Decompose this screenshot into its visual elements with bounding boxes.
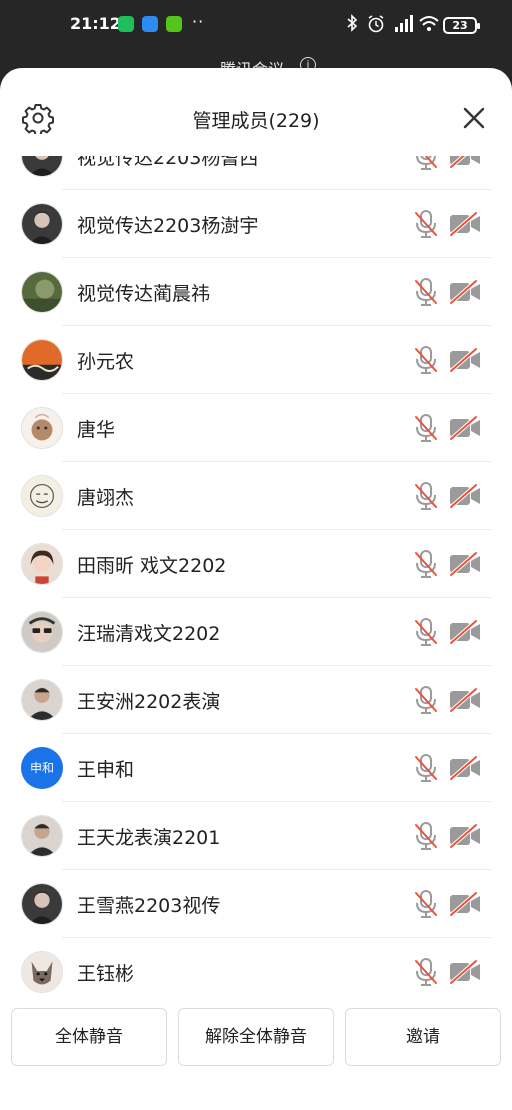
member-name: 唐华 — [77, 419, 116, 441]
member-name: 汪瑞清戏文2202 — [77, 623, 221, 645]
member-row[interactable]: 田雨昕 戏文2202 — [0, 530, 512, 598]
mic-muted-icon[interactable] — [412, 277, 440, 307]
status-bar: 21:12 ·· 23 — [0, 0, 512, 50]
mic-muted-icon[interactable] — [412, 821, 440, 851]
mute-all-button[interactable]: 全体静音 — [11, 1008, 167, 1066]
mic-muted-icon[interactable] — [412, 481, 440, 511]
wechat-icon — [118, 16, 134, 32]
member-row[interactable]: 汪瑞清戏文2202 — [0, 598, 512, 666]
close-icon[interactable] — [460, 104, 488, 132]
signal-icon — [395, 15, 413, 32]
member-name: 唐翊杰 — [77, 487, 135, 509]
member-rows: 视觉传达2203杨耆西视觉传达2203杨澍宇 视觉传达蔺晨祎 孙元农唐华唐翊杰田雨昕… — [0, 156, 512, 998]
member-list[interactable]: 视觉传达2203杨耆西视觉传达2203杨澍宇 视觉传达蔺晨祎 孙元农唐华唐翊杰田雨昕… — [0, 156, 512, 998]
camera-off-icon[interactable] — [448, 619, 482, 645]
footer-actions: 全体静音 解除全体静音 邀请 — [0, 998, 512, 1110]
mic-muted-icon[interactable] — [412, 549, 440, 579]
avatar — [21, 271, 63, 313]
mic-muted-icon[interactable] — [412, 889, 440, 919]
mic-muted-icon[interactable] — [412, 345, 440, 375]
notification-app-icon-2 — [166, 16, 182, 32]
camera-off-icon[interactable] — [448, 279, 482, 305]
camera-off-icon[interactable] — [448, 823, 482, 849]
member-name: 视觉传达2203杨澍宇 — [77, 215, 259, 237]
camera-off-icon[interactable] — [448, 415, 482, 441]
member-row[interactable]: 王钰彬 — [0, 938, 512, 998]
member-name: 王钰彬 — [77, 963, 135, 985]
member-row[interactable]: 唐华 — [0, 394, 512, 462]
member-name: 田雨昕 戏文2202 — [77, 555, 227, 577]
member-name: 视觉传达2203杨耆西 — [77, 156, 259, 169]
member-name: 王安洲2202表演 — [77, 691, 221, 713]
avatar — [21, 407, 63, 449]
member-name: 孙元农 — [77, 351, 135, 373]
avatar — [21, 611, 63, 653]
sheet-header: 管理成员(229) — [0, 68, 512, 156]
mic-muted-icon[interactable] — [412, 957, 440, 987]
more-notifications-icon: ·· — [192, 12, 205, 31]
mic-muted-icon[interactable] — [412, 156, 440, 171]
status-time: 21:12 — [70, 14, 121, 33]
member-name: 王申和 — [77, 759, 135, 781]
mic-muted-icon[interactable] — [412, 209, 440, 239]
member-name: 视觉传达蔺晨祎 — [77, 283, 211, 305]
mic-muted-icon[interactable] — [412, 685, 440, 715]
unmute-all-button[interactable]: 解除全体静音 — [178, 1008, 334, 1066]
member-name: 王雪燕2203视传 — [77, 895, 221, 917]
member-row[interactable]: 孙元农 — [0, 326, 512, 394]
avatar — [21, 203, 63, 245]
mic-muted-icon[interactable] — [412, 617, 440, 647]
camera-off-icon[interactable] — [448, 959, 482, 985]
wifi-icon — [419, 16, 439, 31]
member-row[interactable]: 唐翊杰 — [0, 462, 512, 530]
member-row[interactable]: 视觉传达2203杨耆西 — [0, 156, 512, 190]
avatar — [21, 339, 63, 381]
camera-off-icon[interactable] — [448, 891, 482, 917]
member-row[interactable]: 申和 王申和 — [0, 734, 512, 802]
member-row[interactable]: 王天龙表演2201 — [0, 802, 512, 870]
camera-off-icon[interactable] — [448, 483, 482, 509]
camera-off-icon[interactable] — [448, 347, 482, 373]
alarm-icon — [368, 15, 384, 33]
sheet-title: 管理成员(229) — [192, 110, 320, 132]
camera-off-icon[interactable] — [448, 687, 482, 713]
member-row[interactable]: 王安洲2202表演 — [0, 666, 512, 734]
mic-muted-icon[interactable] — [412, 413, 440, 443]
camera-off-icon[interactable] — [448, 551, 482, 577]
member-row[interactable]: 王雪燕2203视传 — [0, 870, 512, 938]
camera-off-icon[interactable] — [448, 156, 482, 169]
invite-button[interactable]: 邀请 — [345, 1008, 501, 1066]
avatar — [21, 815, 63, 857]
camera-off-icon[interactable] — [448, 211, 482, 237]
camera-off-icon[interactable] — [448, 755, 482, 781]
avatar: 申和 — [21, 747, 63, 789]
bluetooth-icon — [347, 14, 358, 32]
avatar — [21, 679, 63, 721]
avatar — [21, 543, 63, 585]
notification-app-icon — [142, 16, 158, 32]
battery-indicator: 23 — [443, 17, 480, 34]
manage-members-sheet: 管理成员(229) 视觉传达2203杨耆西视觉传达2203杨澍宇 视觉传达蔺晨祎孙… — [0, 68, 512, 1110]
avatar — [21, 475, 63, 517]
avatar — [21, 883, 63, 925]
member-name: 王天龙表演2201 — [77, 827, 221, 849]
avatar — [21, 951, 63, 993]
avatar — [21, 156, 63, 177]
mic-muted-icon[interactable] — [412, 753, 440, 783]
member-row[interactable]: 视觉传达蔺晨祎 — [0, 258, 512, 326]
member-row[interactable]: 视觉传达2203杨澍宇 — [0, 190, 512, 258]
